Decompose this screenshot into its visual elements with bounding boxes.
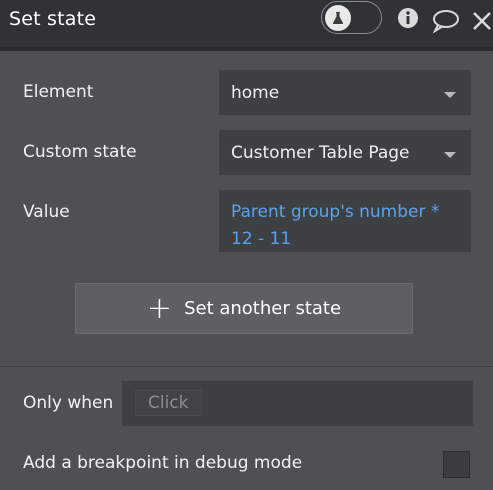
only-when-condition-field[interactable]: Click: [122, 381, 473, 426]
debug-toggle[interactable]: [321, 1, 382, 34]
expression-line-1: Parent group's number *: [231, 202, 440, 222]
set-another-state-label: Set another state: [184, 298, 342, 319]
only-when-label: Only when: [23, 393, 114, 413]
custom-state-dropdown[interactable]: Customer Table Page: [219, 130, 471, 175]
chevron-down-icon: [444, 152, 456, 158]
close-icon[interactable]: [471, 10, 493, 36]
custom-state-value: Customer Table Page: [231, 143, 410, 163]
plus-icon: +: [146, 290, 173, 326]
expression-line-2: 12 - 11: [231, 229, 292, 249]
dynamic-expression[interactable]: Parent group's number * 12 - 11: [231, 199, 439, 253]
panel-header: Set state: [0, 0, 493, 47]
header-divider: [0, 47, 493, 51]
set-another-state-button[interactable]: + Set another state: [75, 283, 413, 334]
value-expression-field[interactable]: Parent group's number * 12 - 11: [219, 190, 471, 252]
element-label: Element: [23, 82, 94, 102]
value-label: Value: [23, 202, 70, 222]
panel-title: Set state: [9, 8, 97, 30]
chevron-down-icon: [444, 92, 456, 98]
info-icon[interactable]: [397, 7, 419, 33]
custom-state-label: Custom state: [23, 142, 137, 162]
breakpoint-label: Add a breakpoint in debug mode: [23, 453, 303, 473]
element-dropdown[interactable]: home: [219, 70, 471, 115]
only-when-placeholder[interactable]: Click: [135, 390, 202, 416]
breakpoint-checkbox[interactable]: [443, 451, 470, 478]
element-value: home: [231, 83, 280, 103]
comment-icon[interactable]: [431, 9, 461, 37]
flask-icon: [325, 5, 351, 31]
section-divider: [0, 366, 493, 367]
